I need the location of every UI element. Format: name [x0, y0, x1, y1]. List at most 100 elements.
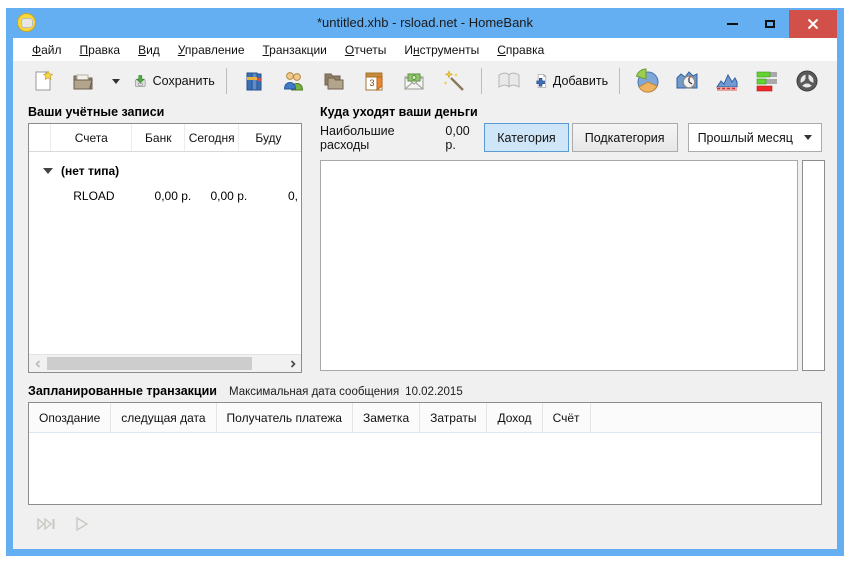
- spending-amount: 0,00 р.: [445, 123, 470, 152]
- menu-file[interactable]: Файл: [23, 43, 71, 57]
- envelope-money-icon: [404, 73, 424, 90]
- account-name: RLOAD: [73, 189, 115, 203]
- statistics-report-button[interactable]: [627, 65, 667, 97]
- toolbar-separator: [225, 68, 227, 94]
- accounts-col-today[interactable]: Сегодня: [185, 124, 240, 151]
- menu-transactions[interactable]: Транзакции: [254, 43, 336, 57]
- scheduled-col-next-date[interactable]: следущая дата: [111, 403, 217, 432]
- archive-button[interactable]: [394, 65, 434, 97]
- accounts-header-row: Счета Банк Сегодня Буду: [29, 124, 301, 152]
- spending-title: Куда уходят ваши деньги: [320, 105, 478, 119]
- accounts-horizontal-scrollbar[interactable]: [29, 354, 301, 372]
- books-icon: [246, 72, 262, 91]
- trendtime-report-button[interactable]: [667, 65, 707, 97]
- account-group-label: (нет типа): [61, 164, 120, 178]
- menu-edit[interactable]: Правка: [71, 43, 130, 57]
- skip-button[interactable]: [36, 517, 56, 531]
- scheduled-table: Опоздание следущая дата Получатель плате…: [28, 402, 822, 505]
- calendar-icon: 3: [365, 72, 383, 92]
- account-group-row[interactable]: (нет типа): [29, 158, 301, 184]
- account-today-balance: 0,00 р.: [210, 189, 248, 203]
- steering-wheel-icon: [796, 70, 818, 92]
- open-file-button[interactable]: [63, 65, 103, 97]
- scheduled-col-expense[interactable]: Затраты: [420, 403, 488, 432]
- open-recent-dropdown[interactable]: [103, 65, 129, 97]
- collapse-triangle-icon[interactable]: [43, 168, 53, 174]
- client-area: Файл Правка Вид Управление Транзакции От…: [13, 38, 837, 549]
- pie-chart-icon: [635, 68, 659, 93]
- minimize-icon: [726, 23, 738, 25]
- scheduled-col-memo[interactable]: Заметка: [353, 403, 421, 432]
- area-chart-clock-icon: [676, 71, 698, 89]
- scheduled-title: Запланированные транзакции Максимальная д…: [28, 384, 463, 398]
- add-label: Добавить: [552, 74, 609, 88]
- account-row[interactable]: RLOAD 0,00 р. 0,00 р. 0,: [29, 184, 301, 208]
- add-plus-icon: [535, 73, 547, 88]
- toolbar: Сохранить 3 Добавить: [13, 62, 837, 100]
- menu-help[interactable]: Справка: [488, 43, 553, 57]
- menu-reports[interactable]: Отчеты: [336, 43, 396, 57]
- minimize-button[interactable]: [713, 10, 751, 38]
- combo-caret-icon: [804, 135, 813, 140]
- menu-view[interactable]: Вид: [129, 43, 169, 57]
- assign-button[interactable]: [434, 65, 474, 97]
- scheduled-col-income[interactable]: Доход: [487, 403, 543, 432]
- scheduled-col-account[interactable]: Счёт: [543, 403, 591, 432]
- accounts-title: Ваши учётные записи: [28, 105, 165, 119]
- account-future-balance: 0,: [287, 189, 298, 203]
- scroll-right-arrow[interactable]: [284, 355, 301, 372]
- balance-report-button[interactable]: [707, 65, 747, 97]
- new-file-icon: [35, 70, 54, 91]
- people-icon: [283, 72, 303, 91]
- new-file-button[interactable]: [23, 65, 63, 97]
- subcategory-toggle-button[interactable]: Подкатегория: [571, 123, 678, 152]
- book-icon: [498, 72, 520, 88]
- menubar: Файл Правка Вид Управление Транзакции От…: [13, 38, 837, 62]
- menu-tools[interactable]: Инструменты: [395, 43, 488, 57]
- menu-manage[interactable]: Управление: [169, 43, 254, 57]
- post-button[interactable]: [74, 516, 90, 532]
- save-label: Сохранить: [152, 74, 215, 88]
- scrollbar-thumb[interactable]: [47, 357, 252, 370]
- accounts-col-expander[interactable]: [29, 124, 52, 151]
- accounts-col-bank[interactable]: Банк: [132, 124, 186, 151]
- close-button[interactable]: [789, 10, 837, 38]
- account-bank-balance: 0,00 р.: [154, 189, 192, 203]
- calendar-day: 3: [369, 78, 374, 88]
- toolbar-separator: [619, 68, 620, 94]
- category-toggle-button[interactable]: Категория: [484, 123, 569, 152]
- scroll-left-arrow[interactable]: [29, 355, 46, 372]
- add-transaction-button[interactable]: Добавить: [529, 65, 613, 97]
- budget-report-button[interactable]: [747, 65, 787, 97]
- magic-wand-icon: [443, 70, 464, 91]
- vehicle-cost-button[interactable]: [787, 65, 827, 97]
- date-range-value: Прошлый месяц: [697, 130, 793, 145]
- categories-button[interactable]: [314, 65, 354, 97]
- save-icon: [135, 75, 146, 87]
- scheduled-button[interactable]: 3: [354, 65, 394, 97]
- accounts-col-future[interactable]: Буду: [239, 124, 301, 151]
- main-area: Ваши учётные записи Счета Банк Сегодня Б…: [13, 100, 837, 549]
- close-icon: [807, 18, 819, 30]
- show-ledger-button[interactable]: [489, 65, 529, 97]
- payees-button[interactable]: [274, 65, 314, 97]
- titlebar: *untitled.xhb - rsload.net - HomeBank: [6, 8, 844, 38]
- skip-icon: [37, 517, 55, 531]
- accounts-panel: Счета Банк Сегодня Буду (нет типа) RLOAD…: [28, 123, 302, 373]
- scheduled-col-late[interactable]: Опоздание: [29, 403, 112, 432]
- save-button[interactable]: Сохранить: [129, 65, 219, 97]
- scheduled-actions: [36, 516, 90, 532]
- scheduled-col-payee[interactable]: Получатель платежа: [217, 403, 353, 432]
- maximize-icon: [765, 20, 775, 28]
- scheduled-header-row: Опоздание следущая дата Получатель плате…: [29, 403, 821, 433]
- spending-chart-scrollbar[interactable]: [802, 160, 825, 371]
- accounts-button[interactable]: [234, 65, 274, 97]
- toolbar-separator: [480, 68, 482, 94]
- open-folder-icon: [73, 74, 93, 90]
- window-controls: [713, 8, 837, 38]
- date-range-select[interactable]: Прошлый месяц: [687, 123, 823, 152]
- maximize-button[interactable]: [751, 10, 789, 38]
- accounts-col-accounts[interactable]: Счета: [51, 124, 133, 151]
- folders-icon: [324, 73, 344, 90]
- scheduled-note-label: Максимальная дата сообщения: [228, 386, 400, 398]
